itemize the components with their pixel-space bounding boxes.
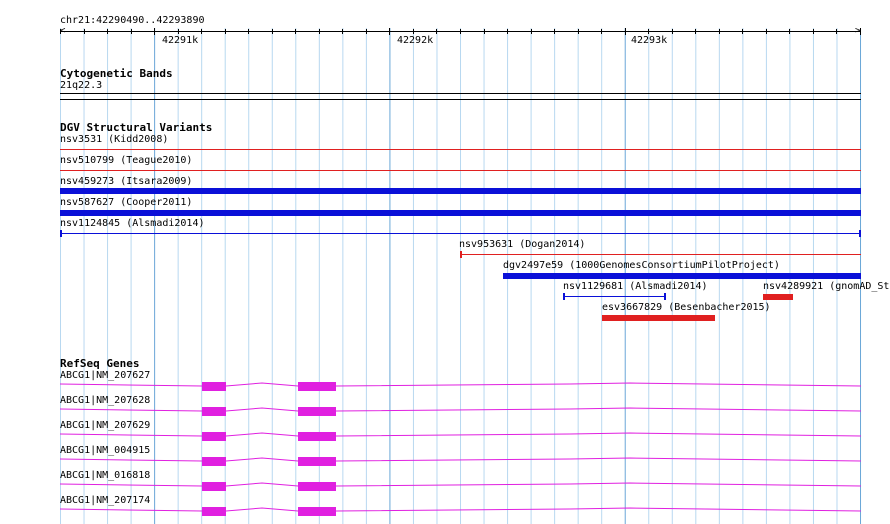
ruler-tick	[695, 29, 696, 34]
gene-exon	[202, 457, 226, 466]
variant-label[interactable]: nsv510799 (Teague2010)	[60, 155, 192, 166]
cytoband-bar-bottom[interactable]	[60, 99, 861, 100]
variant-feature-cap	[664, 293, 666, 300]
gene-label[interactable]: ABCG1|NM_004915	[60, 445, 150, 456]
gene-label[interactable]: ABCG1|NM_207174	[60, 495, 150, 506]
ruler-tick	[107, 29, 108, 34]
ruler-tick	[672, 29, 673, 34]
ruler-tick	[531, 29, 532, 34]
variant-label[interactable]: nsv587627 (Cooper2011)	[60, 197, 192, 208]
ruler-tick	[625, 28, 626, 35]
ruler-tick	[342, 29, 343, 34]
ruler-tick	[389, 28, 390, 35]
ruler-tick	[860, 28, 861, 35]
gene-exon	[202, 507, 226, 516]
variant-feature-cap	[60, 230, 62, 237]
gene-exon	[298, 407, 336, 416]
gene-exon	[298, 432, 336, 441]
ruler-tick	[436, 29, 437, 34]
variant-feature-cap	[460, 251, 462, 258]
cytoband-bar-top[interactable]	[60, 93, 861, 94]
ruler-tick	[295, 29, 296, 34]
ruler-tick-label: 42291k	[162, 35, 199, 46]
variant-feature[interactable]	[60, 233, 861, 234]
variant-feature[interactable]	[60, 210, 861, 216]
ruler-tick	[648, 29, 649, 34]
ruler-tick	[84, 29, 85, 34]
variant-label[interactable]: dgv2497e59 (1000GenomesConsortiumPilotPr…	[503, 260, 780, 271]
ruler-tick	[601, 29, 602, 34]
ruler-tick-label: 42292k	[397, 35, 434, 46]
variant-feature-cap	[563, 293, 565, 300]
gene-intron	[59, 382, 862, 387]
cytobands-track-title[interactable]: Cytogenetic Bands	[60, 68, 173, 80]
gene-label[interactable]: ABCG1|NM_207628	[60, 395, 150, 406]
variant-label[interactable]: nsv1124845 (Alsmadi2014)	[60, 218, 205, 229]
ruler-tick	[484, 29, 485, 34]
ruler-tick-label: 42293k	[631, 35, 668, 46]
gene-exon	[298, 482, 336, 491]
variant-label[interactable]: esv3667829 (Besenbacher2015)	[602, 302, 771, 313]
gene-label[interactable]: ABCG1|NM_207629	[60, 420, 150, 431]
variant-feature[interactable]	[60, 170, 861, 171]
variant-feature[interactable]	[563, 296, 666, 297]
cytoband-label[interactable]: 21q22.3	[60, 80, 102, 91]
variant-feature[interactable]	[503, 273, 861, 279]
gene-exon	[298, 507, 336, 516]
ruler-tick	[319, 29, 320, 34]
ruler-tick	[272, 29, 273, 34]
variant-feature-cap	[859, 230, 861, 237]
ruler-tick	[413, 29, 414, 34]
ruler-tick	[742, 29, 743, 34]
dgv-track-title[interactable]: DGV Structural Variants	[60, 122, 212, 134]
gene-exon	[298, 382, 336, 391]
ruler-tick	[366, 29, 367, 34]
gene-intron	[59, 482, 862, 487]
ruler-tick	[719, 29, 720, 34]
ruler-location: chr21:42290490..42293890	[60, 15, 205, 26]
variant-label[interactable]: nsv953631 (Dogan2014)	[459, 239, 585, 250]
ruler-tick	[248, 29, 249, 34]
variant-label[interactable]: nsv1129681 (Alsmadi2014)	[563, 281, 708, 292]
ruler-tick	[201, 29, 202, 34]
gene-exon	[202, 407, 226, 416]
gene-intron	[59, 432, 862, 437]
ruler-tick	[578, 29, 579, 34]
gene-exon	[298, 457, 336, 466]
gene-intron	[59, 457, 862, 462]
ruler-tick	[789, 29, 790, 34]
ruler-tick	[178, 29, 179, 34]
gene-exon	[202, 432, 226, 441]
variant-feature[interactable]	[602, 315, 715, 321]
ruler-tick	[554, 29, 555, 34]
ruler-tick	[60, 29, 61, 34]
ruler-tick	[836, 29, 837, 34]
variant-feature[interactable]	[60, 188, 861, 194]
gene-label[interactable]: ABCG1|NM_207627	[60, 370, 150, 381]
gene-intron	[59, 407, 862, 412]
gene-exon	[202, 482, 226, 491]
gene-intron	[59, 507, 862, 512]
variant-label[interactable]: nsv459273 (Itsara2009)	[60, 176, 192, 187]
gene-label[interactable]: ABCG1|NM_016818	[60, 470, 150, 481]
ruler-tick	[813, 29, 814, 34]
variant-feature[interactable]	[60, 149, 861, 150]
ruler-tick	[225, 29, 226, 34]
variant-feature[interactable]	[763, 294, 793, 300]
variant-label[interactable]: nsv3531 (Kidd2008)	[60, 134, 168, 145]
variant-feature[interactable]	[460, 254, 861, 255]
ruler-tick	[131, 29, 132, 34]
gene-exon	[202, 382, 226, 391]
ruler-tick	[507, 29, 508, 34]
ruler-tick	[154, 28, 155, 35]
ruler-tick	[460, 29, 461, 34]
variant-label[interactable]: nsv4289921 (gnomAD_Stru	[763, 281, 890, 292]
ruler-tick	[766, 29, 767, 34]
refseq-track-title[interactable]: RefSeq Genes	[60, 358, 139, 370]
